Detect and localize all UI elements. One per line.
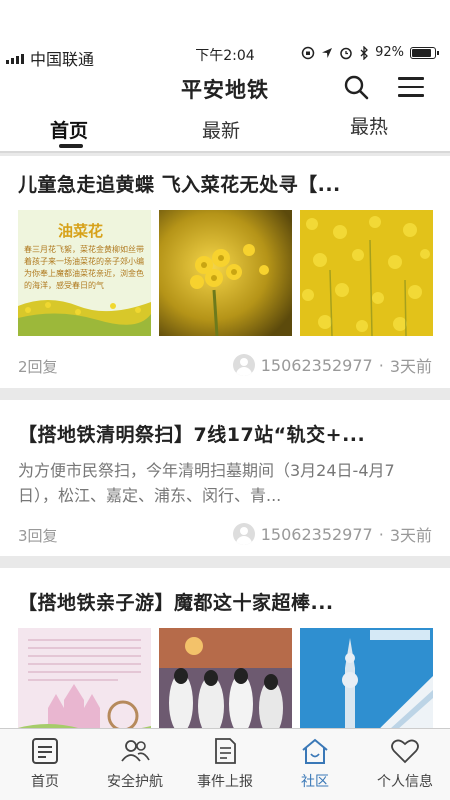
- reply-count: 2回复: [18, 358, 58, 376]
- battery-icon: [410, 46, 439, 59]
- people-icon: [121, 740, 150, 762]
- tab-latest[interactable]: 最新: [202, 116, 240, 143]
- meta-separator: ·: [378, 355, 384, 375]
- community-home-icon: [302, 738, 328, 764]
- nav-label: 个人信息: [377, 774, 433, 790]
- top-bar: 中国联通 下午2:04 92% 平安地铁 首页 最新 最热: [0, 0, 450, 153]
- post-thumbnail: [159, 210, 292, 336]
- post-thumbnail: [300, 628, 433, 738]
- post-time: 3天前: [389, 526, 432, 545]
- rapeseed-closeup-image: [159, 210, 292, 336]
- poster-text: 春三月花飞絮，菜花金黄柳如丝带着孩子来一场油菜花的亲子郊小编为你奉上魔都油菜花亲…: [24, 245, 144, 290]
- post-author[interactable]: 15062352977 · 3天前: [232, 522, 432, 546]
- post-card[interactable]: 【搭地铁亲子游】魔都这十家超棒...: [0, 568, 450, 738]
- post-title[interactable]: 【搭地铁清明祭扫】7线17站“轨交+...: [18, 420, 432, 447]
- nav-item-community[interactable]: 社区: [270, 729, 360, 800]
- post-card[interactable]: 【搭地铁清明祭扫】7线17站“轨交+... 为方便市民祭扫，今年清明扫墓期间（3…: [0, 400, 450, 556]
- post-thumbnail: [18, 628, 151, 738]
- post-thumbnail: 油菜花 春三月花飞絮，菜花金黄柳如丝带着孩子来一场油菜花的亲子郊小编为你奉上魔都…: [18, 210, 151, 336]
- reply-count: 3回复: [18, 527, 58, 545]
- post-title[interactable]: 儿童急走追黄蝶 飞入菜花无处寻【...: [18, 170, 432, 197]
- tab-home[interactable]: 首页: [50, 116, 88, 143]
- post-time: 3天前: [389, 357, 432, 376]
- nav-label: 首页: [31, 774, 59, 790]
- bluetooth-icon: [360, 45, 369, 60]
- battery-fill: [412, 48, 432, 57]
- author-name: 15062352977: [260, 355, 373, 375]
- battery-percent: 92%: [375, 45, 404, 60]
- header-divider: [0, 151, 450, 153]
- active-tab-indicator: [59, 144, 83, 148]
- penguins-image: [159, 628, 292, 738]
- tab-hottest[interactable]: 最热: [350, 112, 388, 139]
- home-list-icon: [32, 738, 58, 764]
- tv-tower-image: [300, 628, 433, 738]
- nav-item-report[interactable]: 事件上报: [180, 729, 270, 800]
- rapeseed-field-image: [300, 210, 433, 336]
- post-card[interactable]: 儿童急走追黄蝶 飞入菜花无处寻【... 油菜花 春三月花飞絮，菜花金黄柳如丝带着…: [0, 156, 450, 388]
- nav-label: 事件上报: [197, 774, 253, 790]
- post-title[interactable]: 【搭地铁亲子游】魔都这十家超棒...: [18, 588, 432, 615]
- heart-icon: [391, 739, 419, 764]
- avatar-icon: [232, 354, 255, 376]
- search-icon[interactable]: [343, 74, 369, 100]
- author-name: 15062352977: [260, 524, 373, 544]
- post-thumbnail: [159, 628, 292, 738]
- poster-heading: 油菜花: [58, 222, 104, 240]
- post-thumbnail: [300, 210, 433, 336]
- nav-item-home[interactable]: 首页: [0, 729, 90, 800]
- orientation-lock-icon: [301, 46, 315, 59]
- nav-label: 社区: [301, 774, 329, 790]
- post-summary: 为方便市民祭扫，今年清明扫墓期间（3月24日-4月7日），松江、嘉定、浦东、闵行…: [18, 461, 395, 505]
- nav-label: 安全护航: [107, 774, 163, 790]
- page-title: 平安地铁: [181, 78, 269, 102]
- nav-item-profile[interactable]: 个人信息: [360, 729, 450, 800]
- nav-item-safety[interactable]: 安全护航: [90, 729, 180, 800]
- status-right: 92%: [301, 45, 439, 60]
- avatar-icon: [232, 523, 255, 545]
- alarm-icon: [340, 47, 352, 59]
- meta-separator: ·: [378, 524, 384, 544]
- location-icon: [322, 47, 333, 58]
- menu-icon[interactable]: [398, 77, 424, 97]
- post-author[interactable]: 15062352977 · 3天前: [232, 353, 432, 377]
- report-icon: [215, 738, 236, 764]
- bottom-nav: 首页 安全护航 事件上报 社区 个人信息: [0, 728, 450, 800]
- castle-poster-image: [18, 628, 151, 738]
